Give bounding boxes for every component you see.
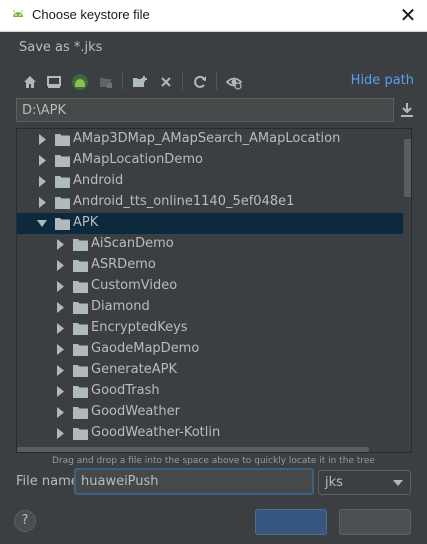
tree-row-label: ASRDemo — [91, 257, 156, 272]
window-title: Choose keystore file — [32, 7, 150, 22]
module-icon — [96, 72, 116, 92]
save-as-label: Save as *.jks — [19, 40, 103, 55]
tree-row[interactable]: AiScanDemo — [17, 234, 403, 255]
folder-icon — [55, 134, 70, 146]
tree-row[interactable]: GoodWeather — [17, 402, 403, 423]
title-bar: Choose keystore file ✕ — [0, 0, 427, 32]
close-icon[interactable]: ✕ — [397, 4, 419, 26]
path-input[interactable] — [16, 98, 394, 122]
chevron-right-icon[interactable] — [55, 281, 65, 292]
tree-row-label: AiScanDemo — [91, 236, 174, 251]
chevron-right-icon[interactable] — [55, 428, 65, 439]
folder-icon — [73, 386, 88, 398]
folder-icon — [73, 281, 88, 293]
tree-row[interactable]: ASRDemo — [17, 255, 403, 276]
folder-icon — [73, 239, 88, 251]
folder-icon — [73, 365, 88, 377]
folder-icon — [73, 302, 88, 314]
extension-value: jks — [325, 475, 343, 490]
chevron-right-icon[interactable] — [55, 386, 65, 397]
folder-icon — [55, 197, 70, 209]
chevron-right-icon[interactable] — [55, 239, 65, 250]
toolbar-separator — [182, 72, 183, 90]
file-tree[interactable]: AMap3DMap_AMapSearch_AMapLocation AMapLoc… — [16, 128, 412, 453]
hide-path-link[interactable]: Hide path — [351, 73, 414, 88]
home-icon[interactable] — [20, 72, 40, 92]
help-button[interactable]: ? — [14, 510, 36, 532]
new-folder-icon[interactable] — [130, 72, 150, 92]
file-name-input[interactable] — [74, 468, 314, 495]
vertical-scrollbar[interactable] — [404, 139, 411, 197]
tree-row[interactable]: AMap3DMap_AMapSearch_AMapLocation — [17, 129, 403, 150]
chevron-down-icon — [393, 480, 403, 486]
chevron-right-icon[interactable] — [37, 197, 47, 208]
tree-row[interactable]: AMapLocationDemo — [17, 150, 403, 171]
delete-icon[interactable] — [156, 72, 176, 92]
tree-row-label: GaodeMapDemo — [91, 341, 200, 356]
android-icon — [13, 10, 23, 17]
tree-row[interactable]: GoodTrash — [17, 381, 403, 402]
extension-select[interactable]: jks — [318, 470, 411, 495]
chevron-down-icon[interactable] — [37, 218, 47, 229]
drag-drop-hint: Drag and drop a file into the space abov… — [52, 456, 375, 466]
tree-row[interactable]: GenerateAPK — [17, 360, 403, 381]
tree-row-label: EncryptedKeys — [91, 320, 188, 335]
folder-icon — [55, 155, 70, 167]
chevron-right-icon[interactable] — [55, 344, 65, 355]
tree-row-label: GenerateAPK — [91, 362, 177, 377]
folder-icon — [73, 260, 88, 272]
folder-icon — [73, 323, 88, 335]
tree-row-label: GoodWeather-Kotlin — [91, 425, 221, 440]
download-icon[interactable] — [398, 100, 416, 120]
tree-row[interactable]: Android — [17, 171, 403, 192]
folder-icon — [55, 176, 70, 188]
toolbar-separator — [216, 72, 217, 90]
chevron-right-icon[interactable] — [37, 176, 47, 187]
folder-icon — [73, 344, 88, 356]
tree-row-label: GoodTrash — [91, 383, 160, 398]
refresh-icon[interactable] — [190, 72, 210, 92]
tree-row[interactable]: Android_tts_online1140_5ef048e1 — [17, 192, 403, 213]
chevron-right-icon[interactable] — [55, 302, 65, 313]
tree-row[interactable]: GaodeMapDemo — [17, 339, 403, 360]
tree-row-label: Android — [73, 173, 124, 188]
chevron-right-icon[interactable] — [55, 323, 65, 334]
horizontal-scrollbar[interactable] — [17, 447, 369, 452]
chevron-right-icon[interactable] — [55, 365, 65, 376]
android-project-icon[interactable] — [70, 72, 90, 92]
ok-button[interactable] — [255, 509, 327, 535]
folder-icon — [73, 407, 88, 419]
tree-row[interactable]: CustomVideo — [17, 276, 403, 297]
tree-row-label: CustomVideo — [91, 278, 178, 293]
tree-row[interactable]: GoodWeather-Kotlin — [17, 423, 403, 444]
chevron-right-icon[interactable] — [55, 260, 65, 271]
chevron-right-icon[interactable] — [37, 155, 47, 166]
show-hidden-icon[interactable] — [224, 72, 244, 92]
toolbar: Hide path — [16, 70, 416, 94]
tree-row-label: APK — [73, 215, 99, 230]
toolbar-separator — [122, 72, 123, 90]
folder-icon — [55, 218, 70, 230]
desktop-icon[interactable] — [44, 72, 64, 92]
folder-icon — [73, 428, 88, 440]
tree-row[interactable]: APK — [17, 213, 403, 234]
chevron-right-icon[interactable] — [37, 134, 47, 145]
tree-row[interactable]: Diamond — [17, 297, 403, 318]
tree-row-label: AMap3DMap_AMapSearch_AMapLocation — [73, 131, 341, 146]
cancel-button[interactable] — [339, 509, 411, 535]
tree-row-label: AMapLocationDemo — [73, 152, 203, 167]
tree-row-label: Android_tts_online1140_5ef048e1 — [73, 194, 295, 209]
chevron-right-icon[interactable] — [55, 407, 65, 418]
tree-row[interactable]: EncryptedKeys — [17, 318, 403, 339]
tree-row-label: Diamond — [91, 299, 150, 314]
tree-row-label: GoodWeather — [91, 404, 180, 419]
